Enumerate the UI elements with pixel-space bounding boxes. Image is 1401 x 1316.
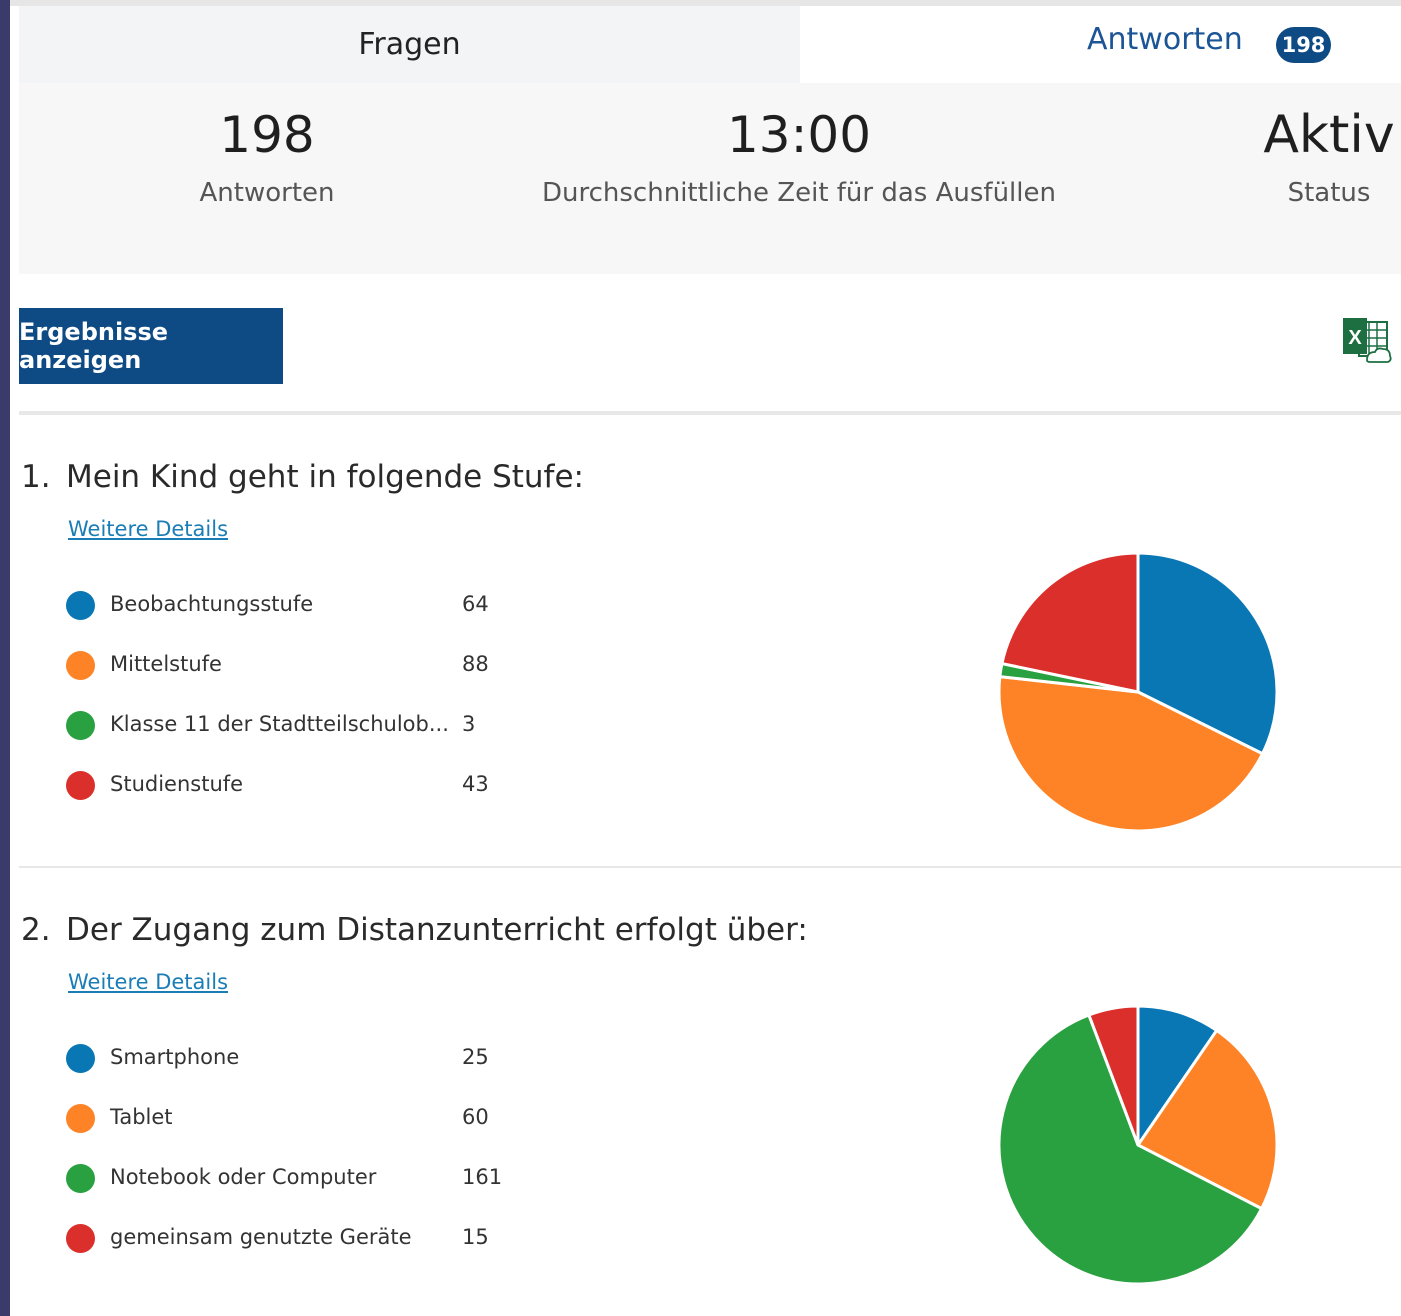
option-count: 43: [462, 772, 489, 796]
left-edge-bar: [0, 0, 10, 1316]
legend-dot: [66, 711, 95, 740]
tab-questions-label: Fragen: [358, 27, 461, 62]
divider: [19, 411, 1401, 415]
excel-icon[interactable]: X: [1341, 316, 1393, 364]
question-2-title: 2. Der Zugang zum Distanzunterricht erfol…: [21, 912, 808, 948]
option-label: Klasse 11 der Stadtteilschulob...: [110, 712, 449, 736]
question-1-option: Mittelstufe 88: [66, 650, 516, 680]
stat-average-time-label: Durchschnittliche Zeit für das Ausfüllen: [542, 178, 1056, 208]
stat-responses-value: 198: [219, 106, 315, 164]
question-2-option: gemeinsam genutzte Geräte 15: [66, 1223, 516, 1253]
stat-average-time: 13:00 Durchschnittliche Zeit für das Aus…: [539, 110, 1059, 208]
option-label: Notebook oder Computer: [110, 1165, 377, 1189]
option-count: 64: [462, 592, 489, 616]
option-count: 15: [462, 1225, 489, 1249]
question-1-pie-chart: [997, 551, 1279, 833]
option-count: 88: [462, 652, 489, 676]
option-count: 60: [462, 1105, 489, 1129]
option-label: Mittelstufe: [110, 652, 222, 676]
question-2-number: 2.: [21, 912, 51, 948]
question-2-text: Der Zugang zum Distanzunterricht erfolgt…: [66, 912, 808, 948]
view-results-button[interactable]: Ergebnisse anzeigen: [19, 308, 283, 384]
option-count: 25: [462, 1045, 489, 1069]
question-2-pie-chart: [997, 1004, 1279, 1286]
legend-dot: [66, 1044, 95, 1073]
stat-status-value: Aktiv: [1263, 105, 1395, 165]
option-label: Smartphone: [110, 1045, 240, 1069]
question-1-option: Beobachtungsstufe 64: [66, 590, 516, 620]
option-label: Studienstufe: [110, 772, 244, 796]
option-label: Tablet: [110, 1105, 173, 1129]
option-label: Beobachtungsstufe: [110, 592, 314, 616]
stat-responses-label: Antworten: [199, 178, 335, 208]
question-1-text: Mein Kind geht in folgende Stufe:: [66, 459, 584, 495]
summary-panel: 198 Antworten 13:00 Durchschnittliche Ze…: [19, 83, 1401, 274]
legend-dot: [66, 771, 95, 800]
question-1-number: 1.: [21, 459, 51, 495]
tab-questions[interactable]: Fragen: [19, 6, 800, 83]
question-1-details-link[interactable]: Weitere Details: [68, 517, 228, 541]
question-2-option: Notebook oder Computer 161: [66, 1163, 516, 1193]
option-count: 161: [462, 1165, 503, 1189]
legend-dot: [66, 1104, 95, 1133]
stat-average-time-value: 13:00: [726, 106, 872, 164]
legend-dot: [66, 1224, 95, 1253]
question-1-option: Klasse 11 der Stadtteilschulob... 3: [66, 710, 516, 740]
legend-dot: [66, 1164, 95, 1193]
question-1-option: Studienstufe 43: [66, 770, 516, 800]
stat-status: Aktiv Status: [1249, 105, 1401, 208]
option-count: 3: [462, 712, 476, 736]
option-label: gemeinsam genutzte Geräte: [110, 1225, 412, 1249]
question-2-option: Smartphone 25: [66, 1043, 516, 1073]
tab-responses-label: Antworten: [1087, 22, 1243, 57]
question-2-option: Tablet 60: [66, 1103, 516, 1133]
responses-count-badge: 198: [1276, 27, 1331, 63]
question-2-details-link[interactable]: Weitere Details: [68, 970, 228, 994]
stat-status-label: Status: [1287, 178, 1371, 208]
svg-text:X: X: [1348, 327, 1362, 349]
legend-dot: [66, 651, 95, 680]
stat-responses: 198 Antworten: [167, 110, 367, 208]
question-1-title: 1. Mein Kind geht in folgende Stufe:: [21, 459, 584, 495]
legend-dot: [66, 591, 95, 620]
tab-responses[interactable]: Antworten 198: [800, 6, 1401, 83]
divider: [19, 866, 1401, 868]
